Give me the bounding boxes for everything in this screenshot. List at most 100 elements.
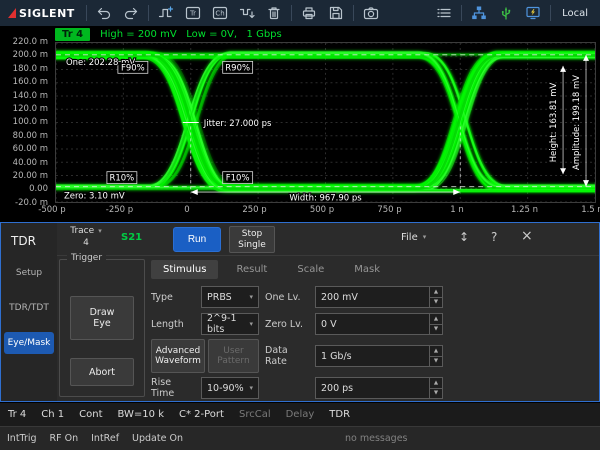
rise-time-field[interactable]: 200 ps ▲▼	[315, 377, 443, 399]
trace-badge[interactable]: Tr 4	[55, 28, 90, 41]
eye-diagram-svg: One: 202.28 mV Zero: 3.10 mV Jitter: 27.…	[56, 43, 595, 202]
tab-stimulus[interactable]: Stimulus	[151, 260, 218, 279]
run-button[interactable]: Run	[173, 227, 221, 252]
delete-icon[interactable]	[264, 3, 284, 23]
length-value: 2^9-1 bits	[207, 313, 249, 335]
status-mode[interactable]: TDR	[329, 409, 350, 420]
zero-level-field[interactable]: 0 V▲▼	[315, 313, 443, 335]
import-waveform-icon[interactable]	[237, 3, 257, 23]
screenshot-camera-icon[interactable]	[361, 3, 381, 23]
undo-icon[interactable]	[94, 3, 114, 23]
file-menu[interactable]: File▾	[401, 232, 426, 243]
rise-time-select[interactable]: 10-90% ▾	[201, 377, 259, 399]
redo-icon[interactable]	[121, 3, 141, 23]
stepper-arrows[interactable]: ▲▼	[429, 346, 442, 366]
siglent-logo: SIGLENT	[8, 7, 75, 20]
scope-display: Tr 4 High = 200 mV Low = 0V, 1 Gbps 220.…	[0, 26, 600, 222]
step-up-icon[interactable]: ▲	[430, 378, 442, 389]
stop-single-button[interactable]: Stop Single	[229, 226, 275, 253]
add-pulse-icon[interactable]	[156, 3, 176, 23]
trace-selector-label: Trace	[70, 226, 94, 237]
status-delay[interactable]: Delay	[286, 409, 315, 420]
step-down-icon[interactable]: ▼	[430, 298, 442, 308]
y-tick-label: 140.0 m	[0, 90, 52, 102]
status-srccal[interactable]: SrcCal	[239, 409, 271, 420]
print-icon[interactable]	[299, 3, 319, 23]
siglent-logo-text: SIGLENT	[19, 7, 75, 20]
step-down-icon[interactable]: ▼	[430, 389, 442, 399]
step-down-icon[interactable]: ▼	[430, 357, 442, 367]
y-tick-label: 120.0 m	[0, 103, 52, 115]
zero-level-label: Zero: 3.10 mV	[64, 191, 125, 201]
data-rate-field[interactable]: 1 Gb/s▲▼	[315, 345, 443, 367]
system-status-bar: IntTrig RF On IntRef Update On no messag…	[0, 426, 600, 450]
chevron-down-icon: ▾	[98, 226, 102, 237]
trace-selector-value: 4	[61, 238, 111, 248]
data-rate-label: Data Rate	[265, 345, 309, 367]
chevron-down-icon: ▾	[249, 383, 253, 394]
sidebar-item-eye-mask[interactable]: Eye/Mask	[4, 332, 54, 354]
y-tick-label: 100.0 m	[0, 116, 52, 128]
step-up-icon[interactable]: ▲	[430, 314, 442, 325]
one-level-field[interactable]: 200 mV▲▼	[315, 286, 443, 308]
user-pattern-button[interactable]: User Pattern	[208, 339, 259, 373]
menu-list-icon[interactable]	[434, 3, 454, 23]
help-icon[interactable]: ?	[491, 230, 497, 244]
add-channel-icon[interactable]: Ch	[210, 3, 230, 23]
trace-info-text: High = 200 mV Low = 0V, 1 Gbps	[100, 29, 282, 40]
usb-icon[interactable]	[496, 3, 516, 23]
rise-time-mode: 10-90%	[207, 383, 244, 394]
length-select[interactable]: 2^9-1 bits▾	[201, 313, 259, 335]
rise-time-value: 200 ps	[321, 383, 353, 394]
message-area: no messages	[345, 433, 408, 444]
draw-eye-label: Draw Eye	[85, 307, 119, 329]
sidebar-item-setup[interactable]: Setup	[4, 262, 54, 284]
abort-button[interactable]: Abort	[70, 358, 134, 386]
system-status-item: IntRef	[91, 433, 119, 444]
zero-level-form-label: Zero Lv.	[265, 319, 309, 330]
tdr-control-panel: TDR Setup TDR/TDT Eye/Mask Trace▾ 4 S21 …	[0, 222, 600, 402]
draw-eye-button[interactable]: Draw Eye	[70, 296, 134, 340]
status-trace[interactable]: Tr 4	[8, 409, 26, 420]
length-label: Length	[151, 319, 195, 330]
x-tick-label: 250 p	[235, 205, 275, 215]
tab-result[interactable]: Result	[224, 260, 279, 279]
close-icon[interactable]: ×	[521, 228, 533, 244]
expand-panel-icon[interactable]: ↕	[459, 230, 469, 244]
toolbar-separator	[550, 5, 551, 21]
status-bandwidth[interactable]: BW=10 k	[118, 409, 164, 420]
power-status-icon[interactable]	[523, 3, 543, 23]
stepper-arrows[interactable]: ▲▼	[429, 314, 442, 334]
panel-main: Trace▾ 4 S21 Run Stop Single File▾ ↕ ? ×…	[57, 223, 599, 401]
status-cal[interactable]: C* 2-Port	[179, 409, 224, 420]
panel-title: TDR	[1, 223, 57, 262]
stepper-arrows[interactable]: ▲▼	[429, 378, 442, 398]
add-trace-icon[interactable]: Tr	[183, 3, 203, 23]
tab-mask[interactable]: Mask	[342, 260, 392, 279]
x-tick-label: 1.25 n	[505, 205, 545, 215]
network-icon[interactable]	[469, 3, 489, 23]
save-icon[interactable]	[326, 3, 346, 23]
trace-selector[interactable]: Trace ▾ 4	[61, 226, 111, 248]
sidebar-item-tdr-tdt[interactable]: TDR/TDT	[4, 297, 54, 319]
local-mode-button[interactable]: Local	[562, 8, 588, 19]
status-cont[interactable]: Cont	[79, 409, 102, 420]
advanced-waveform-button[interactable]: Advanced Waveform	[151, 339, 205, 373]
stepper-arrows[interactable]: ▲▼	[429, 287, 442, 307]
system-status-item: IntTrig	[7, 433, 37, 444]
height-label: Height: 163.81 mV	[548, 82, 558, 162]
step-up-icon[interactable]: ▲	[430, 287, 442, 298]
f10-label: F10%	[226, 173, 250, 183]
tab-scale[interactable]: Scale	[285, 260, 336, 279]
toolbar-separator	[86, 5, 87, 21]
type-select[interactable]: PRBS▾	[201, 286, 259, 308]
user-pattern-label: User Pattern	[212, 346, 256, 367]
step-down-icon[interactable]: ▼	[430, 325, 442, 335]
rise-time-label: Rise Time	[151, 377, 195, 399]
trace-info-bar: Tr 4 High = 200 mV Low = 0V, 1 Gbps	[55, 27, 282, 41]
r10-label: R10%	[110, 173, 135, 183]
x-tick-label: -250 p	[100, 205, 140, 215]
step-up-icon[interactable]: ▲	[430, 346, 442, 357]
status-channel[interactable]: Ch 1	[41, 409, 64, 420]
siglent-logo-mark	[8, 8, 16, 18]
